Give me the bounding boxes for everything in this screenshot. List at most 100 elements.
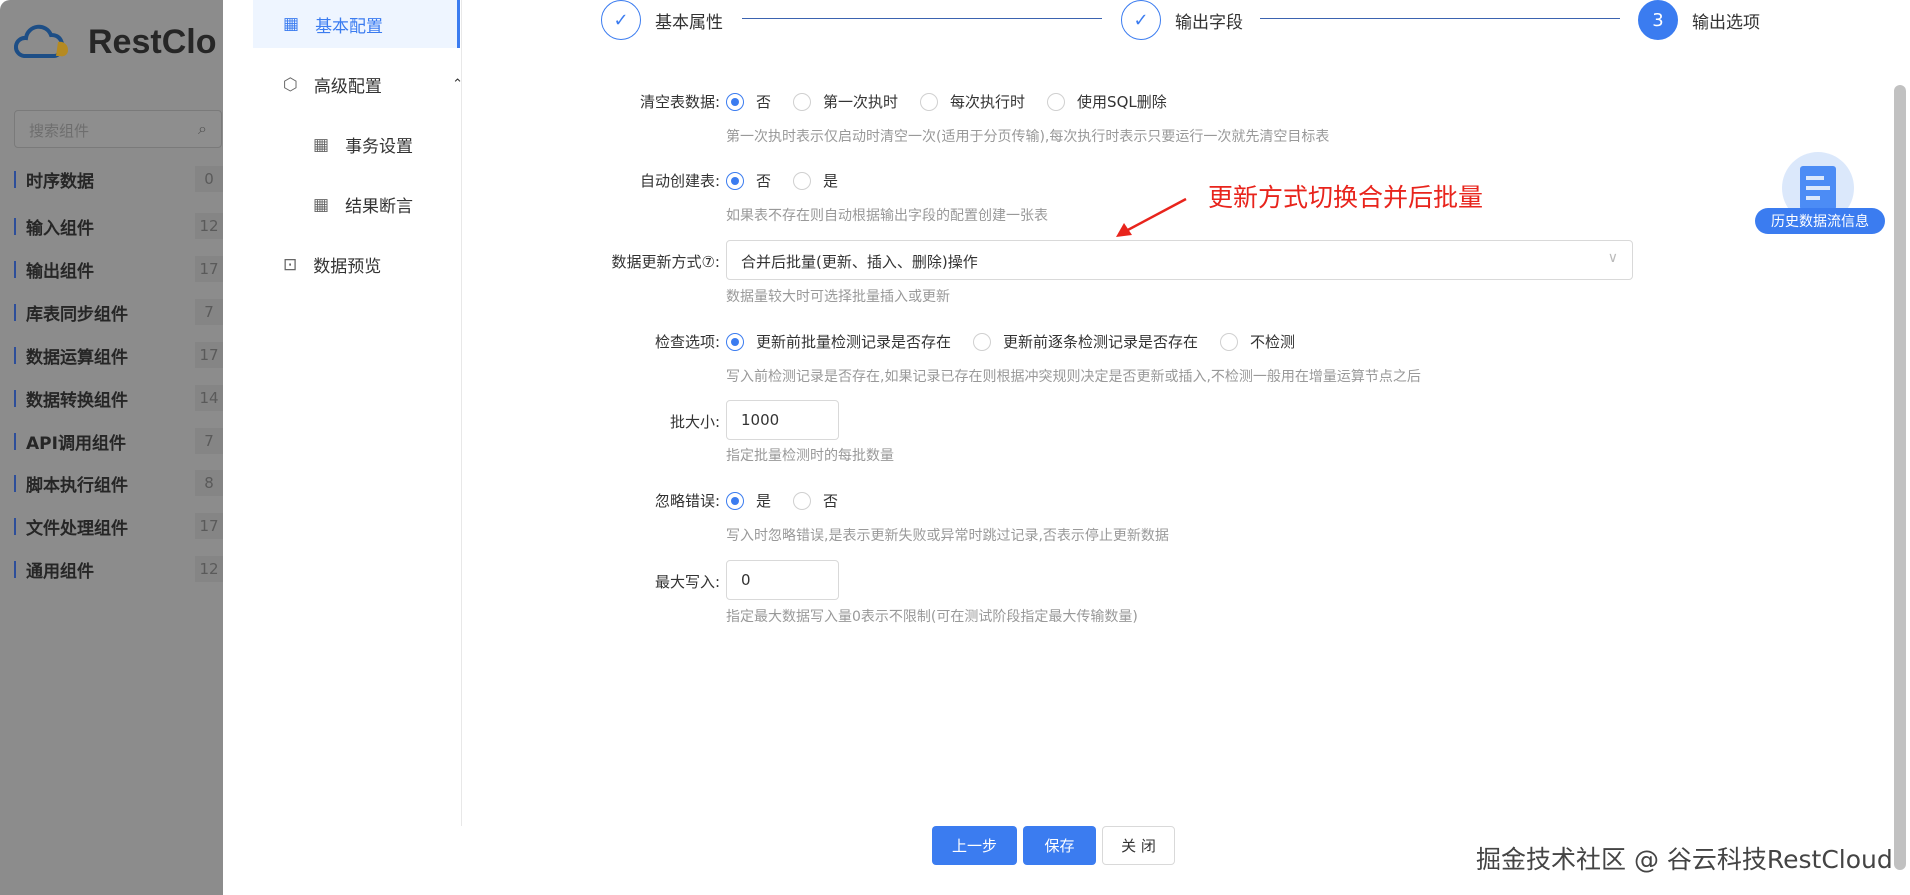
category-item[interactable]: 数据转换组件 14 xyxy=(14,385,223,411)
radio-label: 否 xyxy=(823,492,839,510)
radio-yes[interactable]: 是 xyxy=(726,490,771,511)
category-item[interactable]: 库表同步组件 7 xyxy=(14,299,223,325)
nav-item-transaction[interactable]: ▦ 事务设置 xyxy=(313,132,413,158)
radio-unchecked[interactable] xyxy=(920,92,939,111)
category-count: 12 xyxy=(195,556,223,582)
update-mode-hint: 数据量较大时可选择批量插入或更新 xyxy=(726,289,950,305)
category-item[interactable]: 脚本执行组件 8 xyxy=(14,470,223,496)
radio-label: 更新前批量检测记录是否存在 xyxy=(756,333,952,351)
chevron-down-icon: ∨ xyxy=(1607,250,1618,266)
radio-no-check[interactable]: 不检测 xyxy=(1220,331,1295,352)
radio-yes[interactable]: 是 xyxy=(793,170,838,191)
max-write-label: 最大写入: xyxy=(654,573,720,591)
category-label: 通用组件 xyxy=(26,561,94,582)
step-basic-attributes[interactable]: ✓ 基本属性 xyxy=(601,0,723,40)
radio-unchecked[interactable] xyxy=(793,491,812,510)
radio-row-check[interactable]: 更新前逐条检测记录是否存在 xyxy=(973,331,1198,352)
category-marker xyxy=(14,474,16,492)
radio-every-run[interactable]: 每次执行时 xyxy=(920,91,1025,112)
radio-unchecked[interactable] xyxy=(1220,332,1239,351)
max-write-input[interactable]: 0 xyxy=(726,560,839,600)
category-item[interactable]: API调用组件 7 xyxy=(14,428,223,454)
category-count: 7 xyxy=(195,428,223,454)
radio-batch-check[interactable]: 更新前批量检测记录是否存在 xyxy=(726,331,951,352)
component-panel: RestClo 搜索组件 ⌕ 时序数据 0 输入组件 12 输出组件 17 库表同步组件 7 数据… xyxy=(0,0,223,895)
radio-checked[interactable] xyxy=(726,92,744,111)
preview-icon: ⊡ xyxy=(283,254,298,275)
category-label: 数据转换组件 xyxy=(26,390,128,411)
radio-unchecked[interactable] xyxy=(793,171,812,190)
step-output-options[interactable]: 3 输出选项 xyxy=(1638,0,1760,40)
annotation-arrow-icon xyxy=(1116,197,1187,237)
history-label: 历史数据流信息 xyxy=(1755,208,1885,234)
nav-item-advanced-config[interactable]: ⬡ 高级配置 ⌃ xyxy=(283,72,463,98)
history-dataflow-button[interactable]: 历史数据流信息 xyxy=(1755,152,1885,234)
grid-icon: ▦ xyxy=(283,14,300,34)
category-marker xyxy=(14,260,16,278)
batch-size-input[interactable]: 1000 xyxy=(726,400,839,440)
radio-label: 更新前逐条检测记录是否存在 xyxy=(1003,333,1199,351)
category-label: 输入组件 xyxy=(26,218,94,239)
grid-icon: ▦ xyxy=(313,194,330,215)
ignore-error-hint: 写入时忽略错误,是表示更新失败或异常时跳过记录,否表示停止更新数据 xyxy=(726,528,1169,544)
radio-label: 是 xyxy=(756,492,772,510)
category-marker xyxy=(14,560,16,578)
max-write-hint: 指定最大数据写入量0表示不限制(可在测试阶段指定最大传输数量) xyxy=(726,609,1138,625)
save-button[interactable]: 保存 xyxy=(1023,826,1096,865)
update-mode-select[interactable]: 合并后批量(更新、插入、删除)操作 ∨ xyxy=(726,240,1633,280)
auto-create-radio-group: 否 是 xyxy=(726,170,860,191)
step-output-fields[interactable]: ✓ 输出字段 xyxy=(1121,0,1243,40)
category-marker xyxy=(14,432,16,450)
category-item[interactable]: 通用组件 12 xyxy=(14,556,223,582)
radio-checked[interactable] xyxy=(726,491,744,510)
check-option-label: 检查选项: xyxy=(654,333,720,351)
radio-first-run[interactable]: 第一次执时 xyxy=(793,91,898,112)
radio-unchecked[interactable] xyxy=(793,92,812,111)
check-option-hint: 写入前检测记录是否存在,如果记录已存在则根据冲突规则决定是否更新或插入,不检测一… xyxy=(726,369,1421,385)
radio-label: 是 xyxy=(823,172,839,190)
radio-no[interactable]: 否 xyxy=(793,490,838,511)
category-item[interactable]: 文件处理组件 17 xyxy=(14,513,223,539)
category-item[interactable]: 数据运算组件 17 xyxy=(14,342,223,368)
update-mode-label: 数据更新方式⑦: xyxy=(611,253,720,271)
document-icon xyxy=(1800,166,1836,210)
step-number: 3 xyxy=(1638,0,1678,40)
chevron-up-icon[interactable]: ⌃ xyxy=(452,77,463,92)
category-label: API调用组件 xyxy=(26,433,126,454)
step-label: 基本属性 xyxy=(655,12,723,33)
category-item[interactable]: 输入组件 12 xyxy=(14,213,223,239)
search-input[interactable]: 搜索组件 ⌕ xyxy=(14,110,222,148)
ignore-error-radio-group: 是 否 xyxy=(726,490,860,511)
category-count: 17 xyxy=(195,256,223,282)
category-marker xyxy=(14,303,16,321)
check-icon: ✓ xyxy=(601,0,641,40)
radio-unchecked[interactable] xyxy=(973,332,992,351)
cube-icon: ⬡ xyxy=(283,74,298,95)
check-option-radio-group: 更新前批量检测记录是否存在 更新前逐条检测记录是否存在 不检测 xyxy=(726,331,1317,352)
prev-step-button[interactable]: 上一步 xyxy=(932,826,1017,865)
category-item[interactable]: 时序数据 0 xyxy=(14,166,223,192)
search-icon[interactable]: ⌕ xyxy=(198,119,207,139)
radio-checked[interactable] xyxy=(726,332,744,351)
nav-item-basic-config[interactable]: ▦ 基本配置 xyxy=(253,0,460,48)
nav-item-assertion[interactable]: ▦ 结果断言 xyxy=(313,192,413,218)
scrollbar[interactable] xyxy=(1894,85,1906,870)
radio-no[interactable]: 否 xyxy=(726,170,771,191)
radio-checked[interactable] xyxy=(726,171,744,190)
auto-create-label: 自动创建表: xyxy=(639,172,720,190)
radio-sql-delete[interactable]: 使用SQL删除 xyxy=(1047,91,1167,112)
radio-no[interactable]: 否 xyxy=(726,91,771,112)
clear-table-hint: 第一次执时表示仅启动时清空一次(适用于分页传输),每次执行时表示只要运行一次就先… xyxy=(726,129,1330,145)
category-marker xyxy=(14,389,16,407)
radio-label: 第一次执时 xyxy=(823,93,899,111)
step-label: 输出选项 xyxy=(1692,12,1760,33)
nav-label: 基本配置 xyxy=(315,16,384,37)
close-button[interactable]: 关 闭 xyxy=(1102,826,1175,865)
category-item[interactable]: 输出组件 17 xyxy=(14,256,223,282)
search-placeholder: 搜索组件 xyxy=(29,122,90,140)
category-count: 7 xyxy=(195,299,223,325)
radio-unchecked[interactable] xyxy=(1047,92,1066,111)
category-label: 文件处理组件 xyxy=(26,518,128,539)
category-count: 8 xyxy=(195,470,223,496)
nav-item-data-preview[interactable]: ⊡ 数据预览 xyxy=(283,252,381,278)
